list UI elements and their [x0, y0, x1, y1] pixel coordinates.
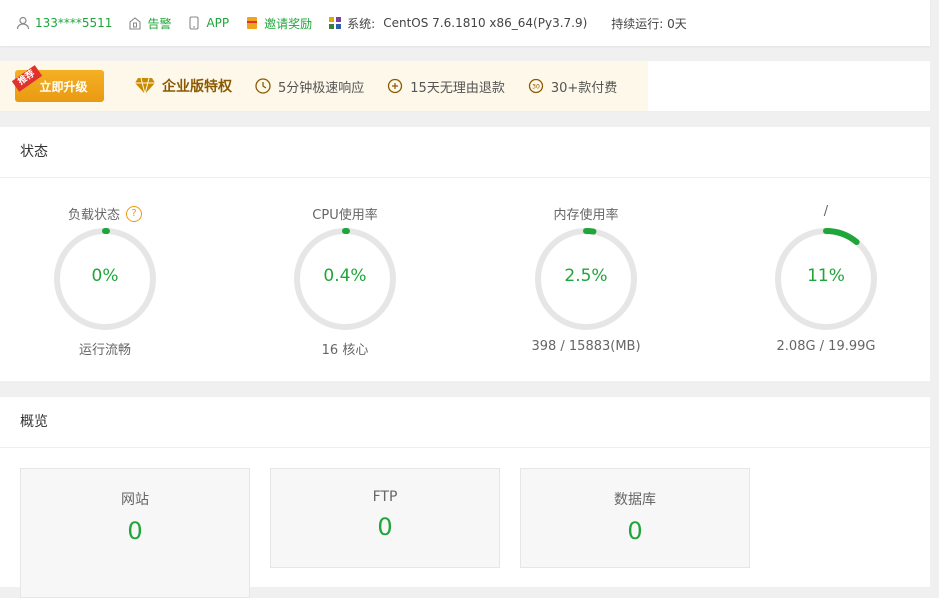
gauge-load-label: 负载状态	[67, 208, 120, 223]
card-ftp-name: FTP	[372, 489, 398, 505]
card-ftp[interactable]: FTP 0	[270, 468, 500, 568]
gauge-disk-sub: 2.08G / 19.99G	[776, 339, 876, 354]
alert-link[interactable]: 告警	[128, 15, 171, 32]
feature-refund-label: 15天无理由退款	[410, 80, 505, 96]
card-websites-count[interactable]: 0	[21, 517, 249, 545]
gauge-disk-value: 11%	[807, 266, 845, 286]
status-panel: 状态 负载状态 ? 0% 运行流畅 CPU使用率 0.4% 16 核心 内存使用	[0, 127, 930, 381]
system-value: CentOS 7.6.1810 x86_64(Py3.7.9)	[383, 16, 588, 30]
gauge-cpu-label: CPU使用率	[312, 208, 378, 223]
refund-icon	[386, 77, 404, 95]
enterprise-privilege[interactable]: 企业版特权	[134, 76, 232, 96]
card-database-name: 数据库	[614, 492, 656, 508]
card-websites[interactable]: 网站 0	[20, 468, 250, 568]
gauge-disk-label: /	[823, 204, 829, 219]
user-icon	[16, 16, 30, 30]
feature-fast-label: 5分钟极速响应	[278, 80, 365, 96]
gauge-load-label-wrap: 负载状态 ?	[25, 204, 185, 223]
system-info: 系统: CentOS 7.6.1810 x86_64(Py3.7.9)	[328, 15, 587, 32]
feature-paid-plugins: 30 30+款付费	[527, 77, 617, 96]
gauge-memory-sub: 398 / 15883(MB)	[531, 339, 641, 354]
card-ftp-count[interactable]: 0	[271, 513, 499, 541]
alert-label[interactable]: 告警	[147, 15, 171, 32]
promo-banner: 推荐 立即升级 企业版特权 5分钟极速响应 15天无理由退款 30 30+款付费	[0, 61, 648, 111]
overview-title: 概览	[0, 397, 930, 448]
system-icon	[328, 16, 342, 30]
alert-icon	[128, 16, 142, 30]
plugin-icon: 30	[527, 77, 545, 95]
diamond-icon	[134, 77, 156, 95]
feature-refund: 15天无理由退款	[386, 77, 505, 96]
feature-paid-label: 30+款付费	[550, 80, 618, 96]
svg-text:30: 30	[532, 84, 540, 91]
uptime: 持续运行: 0天	[611, 15, 687, 32]
system-label: 系统:	[347, 16, 376, 31]
gauge-load-sub: 运行流畅	[78, 343, 131, 358]
top-info-bar: 133****5511 告警 APP 邀请奖励 系统: CentOS 7.6.1…	[0, 0, 930, 46]
card-database[interactable]: 数据库 0	[520, 468, 750, 568]
gauge-cpu-sub: 16 核心	[321, 343, 369, 358]
upgrade-button[interactable]: 推荐 立即升级	[11, 65, 104, 102]
enterprise-label: 企业版特权	[162, 79, 232, 95]
gauge-load-value: 0%	[91, 266, 119, 286]
overview-panel: 概览 网站 0 FTP 0 数据库 0	[0, 397, 930, 598]
clock-icon	[254, 77, 272, 95]
recommend-badge: 推荐	[11, 65, 43, 92]
invite-label[interactable]: 邀请奖励	[264, 15, 312, 32]
app-label[interactable]: APP	[206, 16, 229, 30]
user-phone[interactable]: 133****5511	[35, 16, 112, 30]
invite-link[interactable]: 邀请奖励	[245, 15, 312, 32]
app-icon	[187, 16, 201, 30]
card-database-count[interactable]: 0	[521, 517, 749, 545]
gauge-row: 负载状态 ? 0% 运行流畅 CPU使用率 0.4% 16 核心 内存使用率 2…	[0, 178, 930, 382]
status-title: 状态	[0, 127, 930, 178]
card-websites-name: 网站	[121, 492, 149, 508]
gauge-cpu-value: 0.4%	[323, 266, 367, 286]
user-account[interactable]: 133****5511	[16, 16, 112, 30]
gauge-memory-label: 内存使用率	[553, 208, 619, 223]
feature-fast-response: 5分钟极速响应	[254, 77, 364, 96]
promo-bar: 推荐 立即升级 企业版特权 5分钟极速响应 15天无理由退款 30 30+款付费	[0, 61, 930, 112]
upgrade-label: 立即升级	[39, 79, 88, 94]
gift-icon	[245, 16, 259, 30]
uptime-text: 持续运行: 0天	[611, 16, 687, 31]
overview-cards: 网站 0 FTP 0 数据库 0	[0, 448, 930, 598]
app-link[interactable]: APP	[187, 16, 229, 30]
gauge-memory-value: 2.5%	[564, 266, 608, 286]
help-icon[interactable]: ?	[126, 205, 142, 222]
